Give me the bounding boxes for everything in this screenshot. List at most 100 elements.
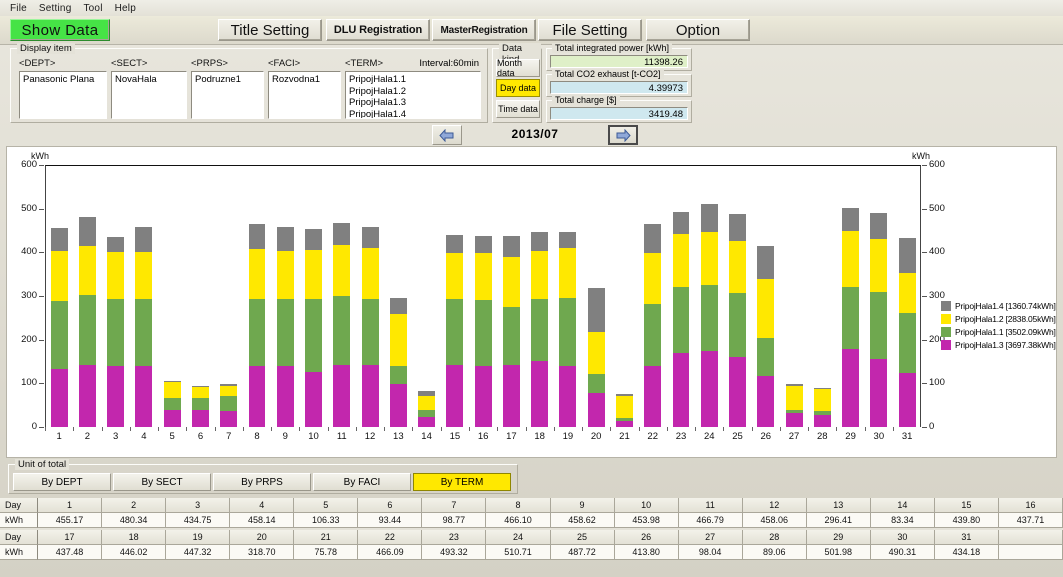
- stacked-bar: [361, 227, 379, 427]
- table-kwh-value: 446.02: [102, 545, 167, 560]
- table-row: Day 17 18 19 20 21 22 23 24 25 26 27 28 29 30 31: [0, 530, 1063, 545]
- data-kind-time[interactable]: Time data: [496, 100, 540, 118]
- term-list[interactable]: PripojHala1.1 PripojHala1.2 PripojHala1.…: [345, 71, 481, 119]
- stacked-bar: [813, 388, 831, 427]
- stacked-bar: [474, 235, 492, 427]
- y-axis-tick-mark: [39, 296, 44, 297]
- table-kwh-value: 89.06: [742, 545, 807, 560]
- table-day-header: 28: [742, 530, 807, 545]
- term-item: PripojHala1.2: [349, 85, 407, 97]
- prps-list[interactable]: Podruzne1: [191, 71, 264, 119]
- bar-segment-PripojHala1-3: [276, 365, 294, 427]
- stacked-bar: [163, 380, 181, 427]
- x-axis-label: 6: [197, 431, 204, 442]
- x-axis-label: 29: [845, 431, 856, 442]
- tab-by-term[interactable]: By TERM: [413, 473, 511, 491]
- bar-slot: [469, 165, 497, 427]
- bar-segment-PripojHala1-1: [644, 303, 662, 367]
- bar-segment-PripojHala1-1: [163, 397, 181, 410]
- data-kind-day[interactable]: Day data: [496, 79, 540, 97]
- menu-item-setting[interactable]: Setting: [33, 2, 78, 15]
- bar-segment-PripojHala1-3: [587, 393, 605, 427]
- bar-slot: [639, 165, 667, 427]
- bar-segment-PripojHala1-3: [898, 372, 916, 427]
- menu-item-file[interactable]: File: [4, 2, 33, 15]
- stacked-bar: [587, 287, 605, 427]
- y-axis-tick-label: 0: [31, 421, 37, 432]
- left-arrow-icon: [439, 128, 454, 142]
- bar-segment-PripojHala1-1: [672, 286, 690, 354]
- bar-segment-PripojHala1-4: [700, 203, 718, 232]
- bar-slot: [752, 165, 780, 427]
- unit-of-total-panel: Unit of total By DEPT By SECT By PRPS By…: [8, 459, 518, 494]
- bar-series-container: [45, 165, 921, 427]
- bar-segment-PripojHala1-4: [531, 232, 549, 251]
- total-co2-exhaust-value: 4.39973: [550, 81, 688, 94]
- table-kwh-value: 83.34: [870, 513, 935, 528]
- dept-list[interactable]: Panasonic Plana: [19, 71, 107, 119]
- bar-slot: [102, 165, 130, 427]
- bar-segment-PripojHala1-3: [446, 365, 464, 427]
- column-header-term: <TERM>: [345, 58, 384, 69]
- table-kwh-value: 510.71: [486, 545, 551, 560]
- menu-bar: File Setting Tool Help: [0, 0, 1063, 16]
- bar-segment-PripojHala1-4: [276, 226, 294, 252]
- table-kwh-value: 487.72: [550, 545, 615, 560]
- bar-segment-PripojHala1-4: [644, 223, 662, 254]
- table-row-label: kWh: [0, 513, 38, 528]
- bar-slot: [130, 165, 158, 427]
- x-axis-label: 19: [562, 431, 574, 442]
- menu-item-tool[interactable]: Tool: [77, 2, 108, 15]
- show-data-button[interactable]: Show Data: [10, 19, 110, 41]
- bar-segment-PripojHala1-4: [135, 227, 153, 252]
- bar-segment-PripojHala1-1: [276, 298, 294, 366]
- tab-by-prps[interactable]: By PRPS: [213, 473, 311, 491]
- table-kwh-value: 439.80: [934, 513, 999, 528]
- table-kwh-value: 296.41: [806, 513, 871, 528]
- table-kwh-value: 480.34: [102, 513, 167, 528]
- bar-slot: [836, 165, 864, 427]
- table-kwh-value: 75.78: [294, 545, 359, 560]
- tab-by-dept[interactable]: By DEPT: [13, 473, 111, 491]
- bar-segment-PripojHala1-2: [191, 386, 209, 398]
- bar-segment-PripojHala1-2: [50, 250, 68, 302]
- prps-item: Podruzne1: [195, 74, 241, 85]
- next-period-button[interactable]: [608, 125, 638, 145]
- bar-segment-PripojHala1-1: [842, 287, 860, 349]
- tab-by-sect[interactable]: By SECT: [113, 473, 211, 491]
- table-day-header: 9: [550, 498, 615, 513]
- tab-by-faci[interactable]: By FACI: [313, 473, 411, 491]
- table-day-header: 6: [358, 498, 423, 513]
- bar-segment-PripojHala1-1: [305, 299, 322, 372]
- bar-segment-PripojHala1-4: [446, 234, 464, 254]
- master-registration-button[interactable]: MasterRegistration: [432, 19, 536, 41]
- title-setting-button[interactable]: Title Setting: [218, 19, 322, 41]
- bar-segment-PripojHala1-3: [389, 384, 407, 427]
- dlu-registration-button[interactable]: DLU Registration: [326, 19, 430, 41]
- bar-segment-PripojHala1-3: [644, 366, 662, 427]
- x-axis-label: 28: [817, 431, 828, 442]
- x-axis-label: 31: [901, 431, 913, 442]
- x-axis-labels: 1 2 3 4 5 6 7 8 9 10 11 12 13 14 15 16 17 18 19 20 21 22 23 24 2…: [45, 431, 921, 445]
- bar-slot: [158, 165, 186, 427]
- term-item: PripojHala1.4: [349, 108, 407, 119]
- option-button[interactable]: Option: [646, 19, 750, 41]
- table-day-header: 5: [294, 498, 359, 513]
- x-axis-label: 16: [477, 431, 489, 442]
- data-kind-month[interactable]: Month data: [496, 58, 540, 78]
- sect-list[interactable]: NovaHala: [111, 71, 187, 119]
- stacked-bar: [135, 227, 153, 427]
- y-axis-tick-mark: [39, 339, 44, 341]
- total-integrated-power-value: 11398.26: [550, 55, 688, 68]
- previous-period-button[interactable]: [432, 125, 462, 145]
- table-kwh-value: 466.79: [678, 513, 743, 528]
- stacked-bar: [531, 232, 549, 427]
- file-setting-button[interactable]: File Setting: [538, 19, 642, 41]
- stacked-bar: [220, 383, 238, 427]
- table-day-header: 19: [166, 530, 231, 545]
- table-row: Day 1 2 3 4 5 6 7 8 9 10 11 12 13 14 15 16: [0, 498, 1063, 513]
- menu-item-help[interactable]: Help: [109, 2, 142, 15]
- faci-list[interactable]: Rozvodna1: [268, 71, 341, 119]
- stacked-bar: [276, 226, 294, 427]
- x-axis-label: 13: [393, 431, 404, 442]
